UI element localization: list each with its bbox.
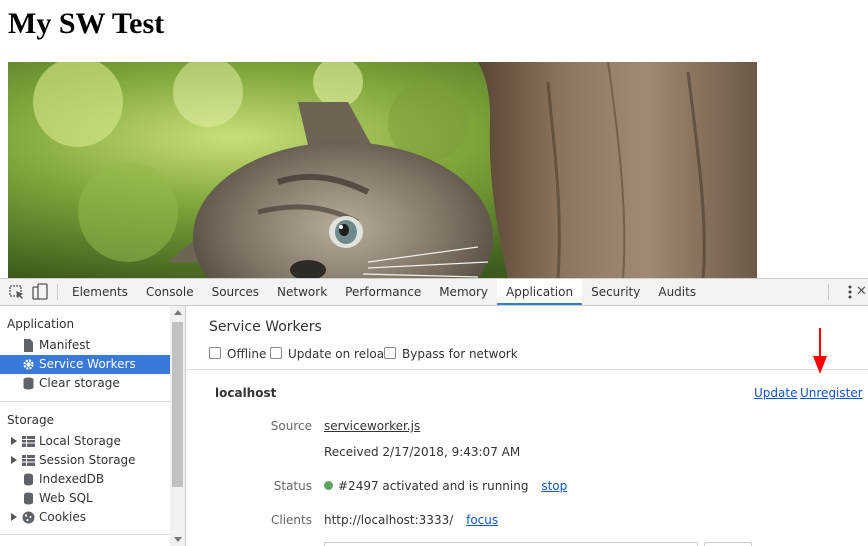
offline-checkbox[interactable]: Offline — [209, 346, 266, 362]
toolbar-separator — [828, 284, 829, 300]
unregister-link[interactable]: Unregister — [800, 386, 863, 400]
origin-label: localhost — [215, 386, 277, 400]
push-data-input[interactable] — [324, 542, 698, 546]
tab-security[interactable]: Security — [582, 279, 649, 304]
sidebar-item-label: Manifest — [39, 338, 91, 352]
sidebar-item-label: Clear storage — [39, 376, 120, 390]
sidebar-divider — [0, 534, 170, 535]
sidebar-item-label: Cookies — [39, 510, 86, 524]
status-text: #2497 activated and is running — [338, 479, 529, 493]
tab-memory[interactable]: Memory — [430, 279, 497, 304]
bypass-for-network-checkbox[interactable]: Bypass for network — [384, 346, 518, 362]
sidebar-item-label: Web SQL — [39, 491, 93, 505]
focus-link[interactable]: focus — [466, 513, 498, 527]
section-divider — [186, 369, 868, 370]
sidebar-heading-storage: Storage — [7, 413, 54, 427]
received-timestamp: Received 2/17/2018, 9:43:07 AM — [324, 445, 521, 459]
sidebar-item-session-storage[interactable]: Session Storage — [0, 451, 170, 470]
tab-performance[interactable]: Performance — [336, 279, 430, 304]
sidebar-item-manifest[interactable]: Manifest — [0, 336, 170, 355]
page-title: My SW Test — [8, 7, 165, 40]
grid-icon — [22, 455, 35, 466]
checkbox-box[interactable] — [270, 347, 282, 359]
source-label: Source — [270, 419, 312, 433]
devtools-toolbar: Elements Console Sources Network Perform… — [0, 279, 868, 306]
push-button[interactable] — [704, 542, 752, 546]
gear-icon — [23, 359, 34, 370]
status-running-icon — [324, 481, 333, 490]
sidebar-item-clear-storage[interactable]: Clear storage — [0, 374, 170, 393]
bypass-for-network-label: Bypass for network — [402, 347, 518, 361]
panel-title: Service Workers — [209, 319, 322, 335]
stop-link[interactable]: stop — [541, 479, 567, 493]
update-on-reload-label: Update on reload — [288, 347, 392, 361]
expand-arrow-icon[interactable] — [11, 513, 17, 521]
devtools-panel: Elements Console Sources Network Perform… — [0, 278, 868, 546]
service-workers-panel: Service Workers Offline Update on reload… — [186, 306, 868, 546]
file-icon — [24, 339, 33, 352]
application-sidebar: Application Manifest Service Workers Cle… — [0, 306, 186, 546]
clients-row: http://localhost:3333/ focus — [324, 513, 498, 527]
more-options-icon[interactable] — [848, 285, 852, 299]
tab-network[interactable]: Network — [268, 279, 336, 304]
expand-arrow-icon[interactable] — [11, 456, 17, 464]
sidebar-item-web-sql[interactable]: Web SQL — [0, 489, 170, 508]
sidebar-item-label: Session Storage — [39, 453, 136, 467]
database-icon — [23, 377, 34, 390]
scroll-down-icon[interactable] — [174, 537, 182, 542]
expand-arrow-icon[interactable] — [11, 437, 17, 445]
tab-sources[interactable]: Sources — [203, 279, 268, 304]
inspect-element-icon[interactable] — [8, 283, 26, 301]
close-devtools-icon[interactable]: ✕ — [856, 284, 867, 299]
client-url: http://localhost:3333/ — [324, 513, 454, 527]
checkbox-box[interactable] — [384, 347, 396, 359]
sidebar-item-service-workers[interactable]: Service Workers — [0, 355, 170, 374]
update-on-reload-checkbox[interactable]: Update on reload — [270, 346, 392, 362]
sidebar-divider — [0, 401, 170, 402]
cookie-icon — [22, 511, 35, 524]
kitten-photo — [8, 62, 757, 279]
source-file-link[interactable]: serviceworker.js — [324, 419, 420, 433]
tab-application[interactable]: Application — [497, 279, 583, 305]
update-link[interactable]: Update — [754, 386, 797, 400]
tab-audits[interactable]: Audits — [649, 279, 705, 304]
sidebar-scrollbar-thumb[interactable] — [172, 322, 183, 487]
sidebar-item-cookies[interactable]: Cookies — [0, 508, 170, 527]
sidebar-item-label: Local Storage — [39, 434, 121, 448]
status-label: Status — [273, 479, 312, 493]
tab-console[interactable]: Console — [137, 279, 203, 304]
status-row: #2497 activated and is running stop — [324, 479, 567, 493]
sidebar-item-indexeddb[interactable]: IndexedDB — [0, 470, 170, 489]
devtools-tabs: Elements Console Sources Network Perform… — [63, 279, 705, 305]
sidebar-item-local-storage[interactable]: Local Storage — [0, 432, 170, 451]
database-icon — [24, 492, 33, 505]
database-icon — [24, 473, 33, 486]
grid-icon — [22, 436, 35, 447]
device-toolbar-icon[interactable] — [31, 283, 49, 301]
scroll-up-icon[interactable] — [174, 310, 182, 315]
sidebar-heading-application: Application — [7, 317, 75, 331]
clients-label: Clients — [271, 513, 312, 527]
checkbox-box[interactable] — [209, 347, 221, 359]
sidebar-item-label: IndexedDB — [39, 472, 105, 486]
sidebar-item-label: Service Workers — [39, 357, 136, 371]
toolbar-separator — [57, 284, 58, 300]
offline-label: Offline — [227, 347, 267, 361]
annotation-arrow-icon — [813, 328, 827, 374]
tab-elements[interactable]: Elements — [63, 279, 137, 304]
